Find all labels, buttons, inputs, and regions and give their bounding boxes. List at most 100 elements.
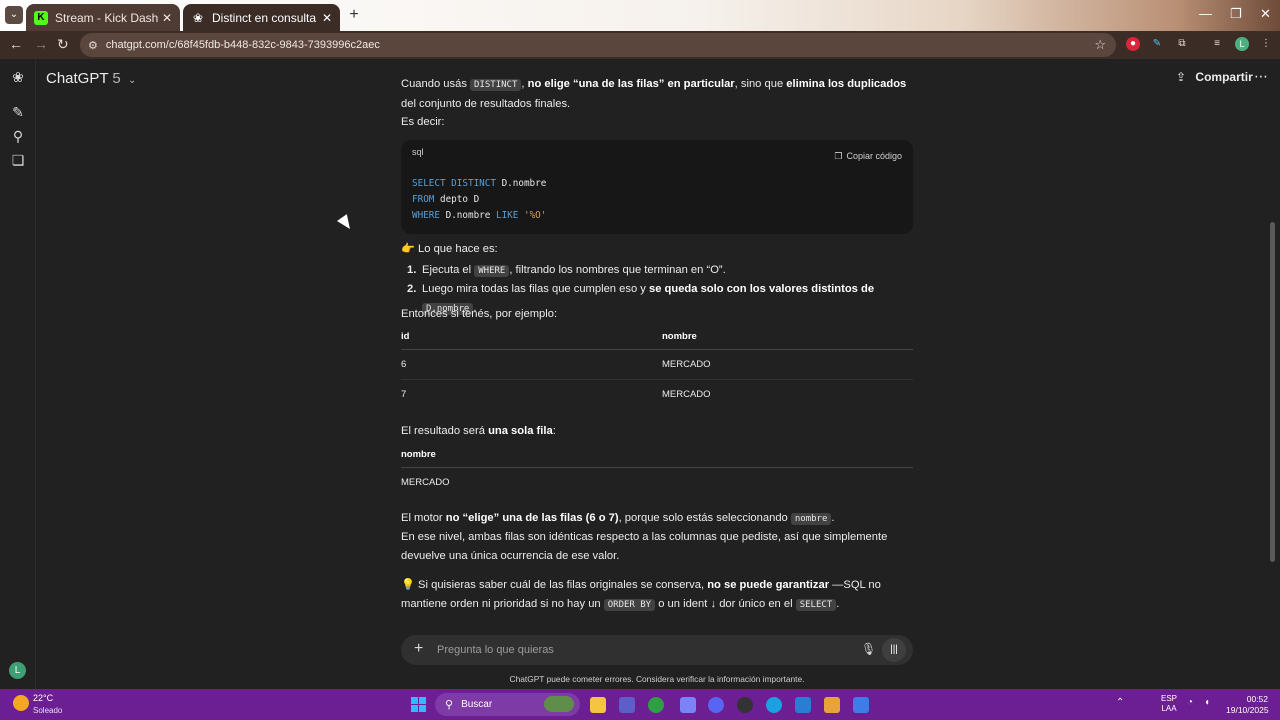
taskbar-search[interactable]: ⚲ Buscar [435, 693, 580, 716]
quisieras-text: 💡 Si quisieras saber cuál de las filas o… [401, 576, 913, 615]
text: , sino que [734, 78, 787, 90]
media-control-icon[interactable]: ≡ [1210, 37, 1224, 51]
search-icon: ⚲ [445, 699, 454, 711]
list-item: 2. Luego mira todas las filas que cumple… [401, 280, 913, 315]
result-table: nombre MERCADO [401, 443, 913, 497]
close-tab-icon[interactable]: ✕ [162, 11, 172, 25]
search-chats-icon[interactable]: ⚲ [10, 128, 26, 144]
microphone-icon[interactable]: 🎙 [861, 642, 876, 656]
volume-icon[interactable]: ◖ [1204, 697, 1210, 708]
table-row: MERCADO [401, 467, 913, 497]
more-options-icon[interactable]: ⋯ [1254, 68, 1268, 85]
close-tab-icon[interactable]: ✕ [322, 11, 332, 25]
copy-icon: ❐ [834, 151, 843, 161]
table-header-row: nombre [401, 443, 913, 468]
model-selector[interactable]: ChatGPT 5 ⌄ [46, 70, 136, 87]
bold-text: una sola fila [488, 425, 553, 437]
address-bar[interactable]: ⚙ ☆ [80, 33, 1116, 57]
app-pen-icon[interactable] [680, 697, 696, 713]
list-item: 1. Ejecuta el WHERE, filtrando los nombr… [401, 261, 913, 280]
text: Cuando usás [401, 78, 471, 90]
chrome-icon[interactable] [648, 697, 664, 713]
chevron-down-icon: ⌄ [127, 75, 137, 86]
inline-code: WHERE [474, 265, 510, 277]
copy-code-button[interactable]: ❐ Copiar código [834, 147, 902, 166]
weather-description[interactable]: Soleado [33, 706, 62, 715]
windows-start-icon[interactable] [411, 697, 426, 712]
bookmark-star-icon[interactable]: ☆ [1094, 37, 1106, 53]
inline-code: nombre [790, 513, 832, 525]
sql-keyword: SELECT DISTINCT [412, 178, 496, 189]
entonces-text: Entonces si tenés, por ejemplo: [401, 308, 558, 320]
new-chat-icon[interactable]: ✎ [10, 104, 26, 120]
scroll-down-icon[interactable]: ↓ [710, 598, 716, 610]
table-row: 6 MERCADO [401, 349, 913, 380]
mouse-cursor-icon [337, 214, 355, 233]
minimize-icon[interactable]: — [1199, 6, 1212, 21]
text: Ejecuta el [422, 264, 475, 276]
text: El motor [401, 512, 446, 524]
vscode-icon[interactable] [795, 697, 811, 713]
profile-avatar[interactable]: L [1235, 37, 1249, 51]
text: : [552, 425, 556, 437]
disclaimer-text: ChatGPT puede cometer errores. Considera… [509, 674, 805, 684]
weather-temperature[interactable]: 22°C [33, 693, 53, 703]
share-icon: ⇪ [1176, 70, 1187, 84]
system-clock[interactable]: 00:52 19/10/2025 [1226, 694, 1269, 716]
tab-distinct-sql[interactable]: ❀ Distinct en consulta SQL ✕ [183, 4, 340, 31]
restore-icon[interactable]: ❐ [1230, 6, 1242, 22]
language-code: ESP [1161, 694, 1178, 703]
user-avatar[interactable]: L [9, 662, 26, 679]
browser-menu-icon[interactable]: ⋮ [1259, 37, 1273, 51]
chatgpt-logo-icon[interactable]: ❀ [10, 69, 26, 85]
new-tab-icon[interactable]: + [345, 7, 363, 25]
edge-icon[interactable] [766, 697, 782, 713]
site-info-icon[interactable]: ⚙ [88, 39, 98, 52]
close-window-icon[interactable]: ✕ [1260, 6, 1271, 22]
prompt-input[interactable] [437, 641, 837, 659]
extension-translate-icon[interactable]: ✎ [1150, 37, 1164, 51]
github-icon[interactable] [737, 697, 753, 713]
extension-red-icon[interactable]: ● [1126, 37, 1140, 51]
teams-icon[interactable] [619, 697, 635, 713]
text: . [831, 512, 835, 524]
search-label: Buscar [461, 699, 493, 710]
share-button[interactable]: ⇪ Compartir [1176, 70, 1253, 84]
url-input[interactable] [105, 39, 1006, 51]
sql-string: '%O' [518, 210, 547, 221]
extensions-puzzle-icon[interactable]: ⧉ [1175, 37, 1189, 51]
file-explorer-icon[interactable] [590, 697, 606, 713]
weather-sun-icon[interactable] [13, 695, 29, 711]
steps-list: 1. Ejecuta el WHERE, filtrando los nombr… [401, 261, 913, 315]
reload-icon[interactable]: ↻ [57, 36, 69, 53]
forward-icon[interactable]: → [34, 36, 48, 52]
wifi-icon[interactable]: ◔ [1187, 697, 1193, 708]
search-highlight-icon [544, 696, 574, 712]
sql-keyword: FROM [412, 194, 435, 205]
sql-keyword: WHERE [412, 210, 440, 221]
back-icon[interactable]: ← [9, 36, 23, 52]
kick-favicon-icon: K [34, 10, 48, 25]
library-icon[interactable]: ❏ [10, 152, 26, 168]
bold-text: no elige “una de las filas” en particula… [527, 78, 735, 90]
language-indicator[interactable]: ESP LAA [1161, 694, 1177, 714]
list-number: 2. [407, 283, 417, 295]
tray-chevron-up-icon[interactable]: ⌃ [1116, 697, 1124, 708]
bold-text: elimina los duplicados [786, 78, 907, 90]
nivel-text: En ese nivel, ambas filas son idénticas … [401, 531, 888, 562]
voice-mode-icon[interactable]: ||| [882, 638, 906, 662]
app-orange-icon[interactable] [824, 697, 840, 713]
discord-icon[interactable] [708, 697, 724, 713]
tab-search-icon[interactable]: ⌄ [5, 6, 23, 24]
tab-kick-dashboard[interactable]: K Stream - Kick Dashboard ✕ [26, 4, 180, 31]
list-number: 1. [407, 264, 417, 276]
code-language: sql [412, 147, 424, 157]
scrollbar-thumb[interactable] [1270, 222, 1275, 562]
sql-keyword: LIKE [495, 210, 519, 221]
text: Luego mira todas las filas que cumplen e… [422, 283, 649, 295]
app-blue-icon[interactable] [853, 697, 869, 713]
column-header: id [401, 325, 662, 350]
attach-plus-icon[interactable]: + [414, 640, 423, 658]
assistant-message: Cuando usás DISTINCT, no elige “una de l… [401, 62, 913, 636]
tab-title: Stream - Kick Dashboard [55, 10, 158, 25]
